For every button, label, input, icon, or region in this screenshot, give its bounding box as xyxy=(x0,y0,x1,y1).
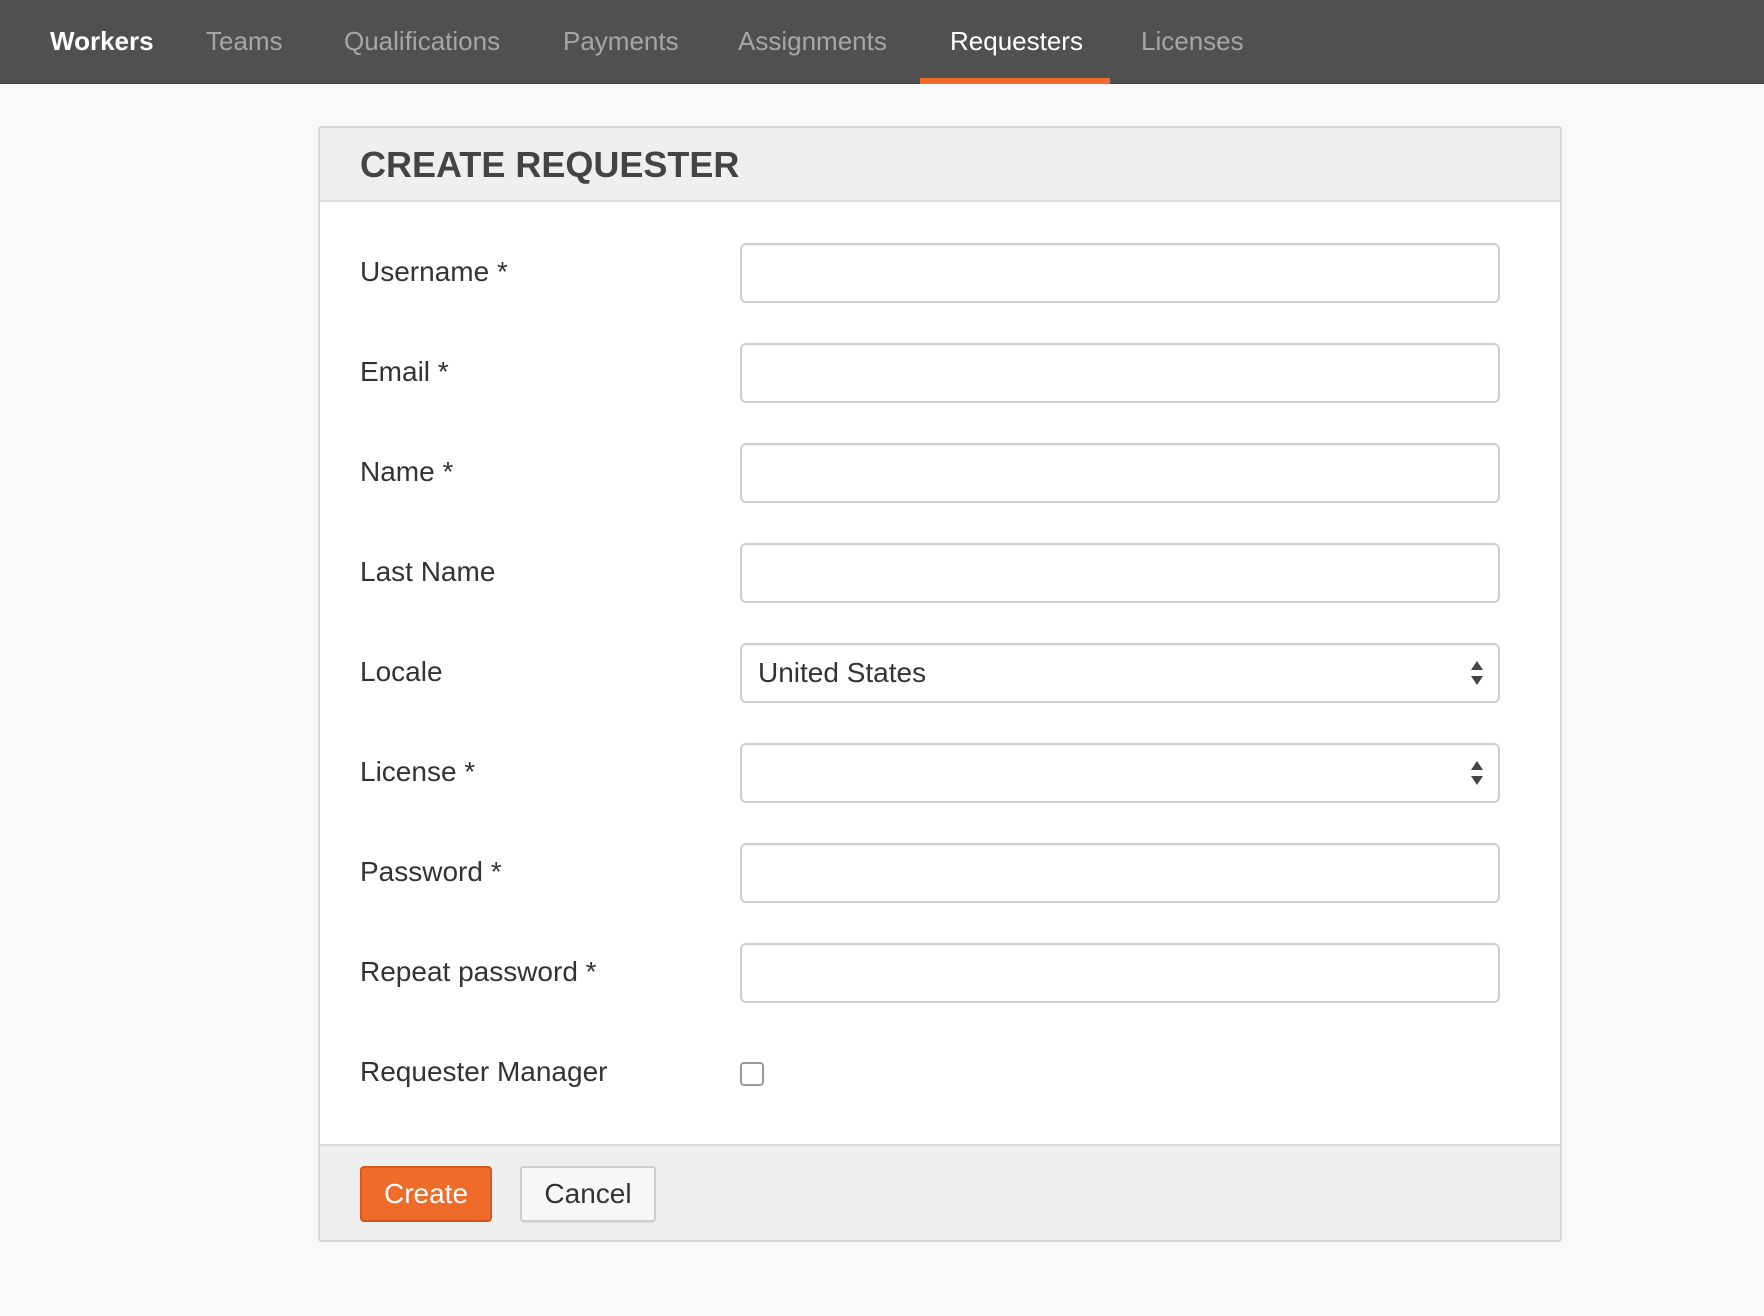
email-label: Email * xyxy=(360,356,449,387)
password-label: Password * xyxy=(360,856,502,887)
locale-label: Locale xyxy=(360,656,443,687)
nav-item-teams[interactable]: Teams xyxy=(206,0,283,84)
requester-manager-checkbox[interactable] xyxy=(740,1062,764,1086)
cancel-button[interactable]: Cancel xyxy=(520,1166,656,1222)
active-tab-indicator xyxy=(920,78,1110,84)
email-input[interactable] xyxy=(740,343,1500,403)
select-arrows-icon xyxy=(1471,761,1483,785)
name-input[interactable] xyxy=(740,443,1500,503)
locale-selected-value: United States xyxy=(758,657,927,688)
create-requester-panel: CREATE REQUESTER Username * Email * Name… xyxy=(318,126,1562,1242)
nav-item-qualifications[interactable]: Qualifications xyxy=(344,0,500,84)
license-select[interactable] xyxy=(740,743,1500,803)
username-input[interactable] xyxy=(740,243,1500,303)
last-name-label: Last Name xyxy=(360,556,496,587)
repeat-password-label: Repeat password * xyxy=(360,956,597,987)
nav-item-licenses[interactable]: Licenses xyxy=(1141,0,1244,84)
panel-title: CREATE REQUESTER xyxy=(360,144,740,185)
requester-manager-label: Requester Manager xyxy=(360,1056,608,1087)
nav-item-payments[interactable]: Payments xyxy=(563,0,679,84)
nav-item-assignments[interactable]: Assignments xyxy=(738,0,887,84)
nav-item-workers[interactable]: Workers xyxy=(50,0,154,84)
username-label: Username * xyxy=(360,256,508,287)
repeat-password-input[interactable] xyxy=(740,943,1500,1003)
create-button[interactable]: Create xyxy=(360,1166,492,1222)
last-name-input[interactable] xyxy=(740,543,1500,603)
select-arrows-icon xyxy=(1471,661,1483,685)
license-label: License * xyxy=(360,756,476,787)
panel-header: CREATE REQUESTER xyxy=(320,128,1560,202)
password-input[interactable] xyxy=(740,843,1500,903)
nav-item-requesters[interactable]: Requesters xyxy=(950,0,1083,84)
panel-footer: Create Cancel xyxy=(320,1144,1560,1240)
locale-select[interactable]: United States xyxy=(740,643,1500,703)
name-label: Name * xyxy=(360,456,454,487)
top-navbar: Workers Teams Qualifications Payments As… xyxy=(0,0,1764,84)
